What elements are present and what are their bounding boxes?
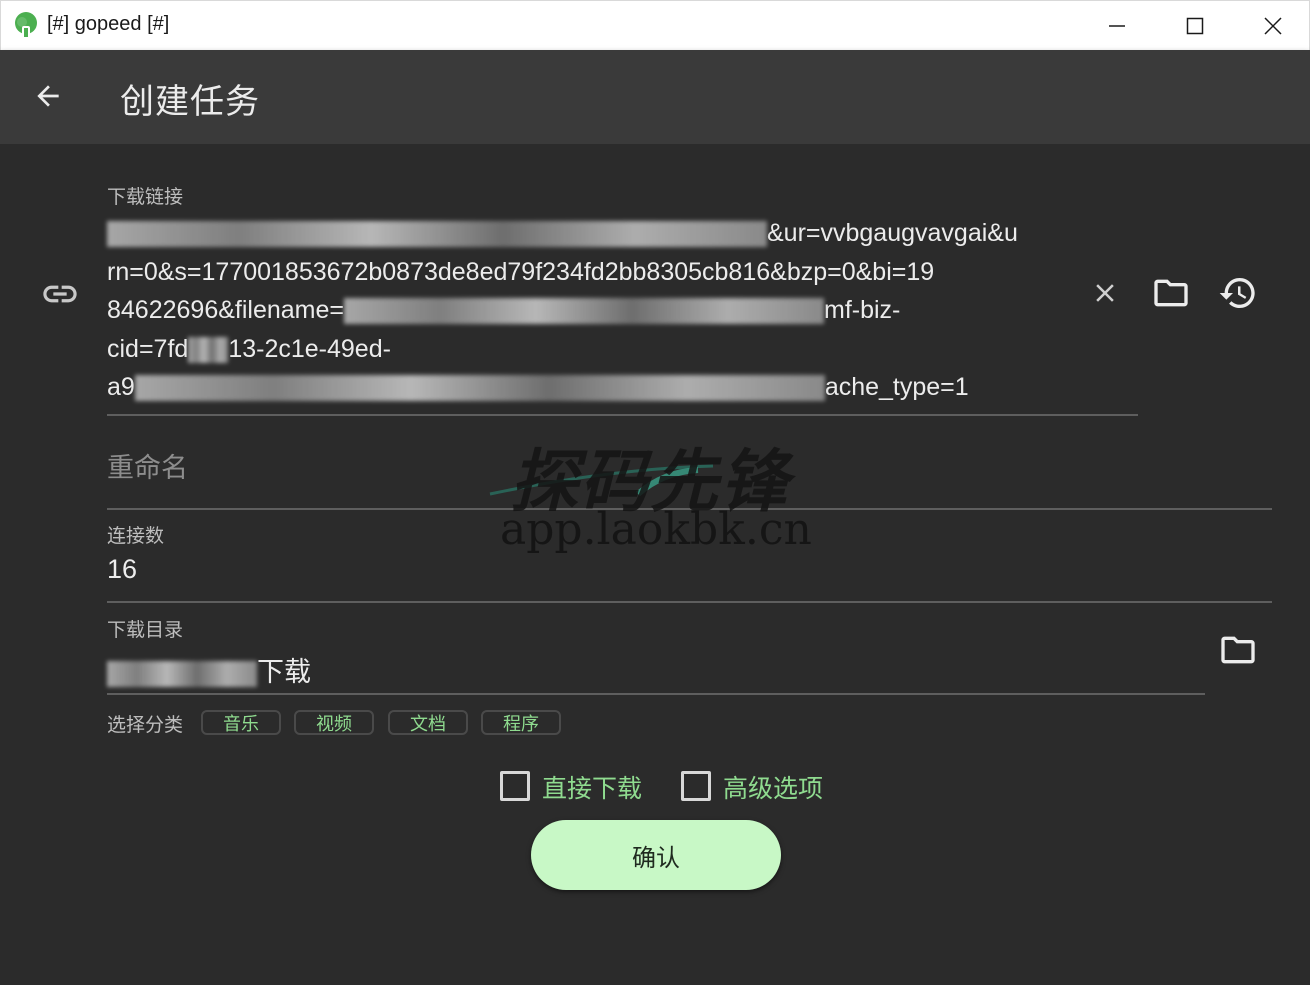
app-bar: 创建任务: [0, 50, 1310, 144]
direct-download-label[interactable]: 直接下载: [542, 769, 642, 805]
advanced-options-checkbox[interactable]: [681, 771, 711, 801]
minimize-button[interactable]: [1085, 1, 1149, 51]
open-file-button[interactable]: [1150, 272, 1192, 314]
redacted-text: [107, 660, 257, 687]
redacted-text: [344, 298, 824, 325]
link-icon: [43, 285, 77, 303]
confirm-button[interactable]: 确认: [531, 820, 781, 890]
directory-label: 下载目录: [107, 619, 184, 641]
create-task-form: 下载链接 &ur=vvbgaugvavgai&u rn=0&s=17700185…: [0, 144, 1310, 985]
category-chip-document[interactable]: 文档: [388, 710, 468, 735]
window-title: [#] gopeed [#]: [47, 13, 170, 35]
page-title: 创建任务: [120, 82, 260, 122]
direct-download-checkbox[interactable]: [500, 771, 530, 801]
category-chip-program[interactable]: 程序: [481, 710, 561, 735]
history-button[interactable]: [1217, 272, 1259, 314]
directory-input[interactable]: 下载: [107, 650, 311, 689]
url-input[interactable]: &ur=vvbgaugvavgai&u rn=0&s=177001853672b…: [107, 214, 1077, 407]
url-text-segment: cid=7fd: [107, 334, 189, 363]
directory-text: 下载: [257, 657, 311, 688]
history-icon: [1219, 278, 1255, 308]
redacted-text: [188, 336, 229, 363]
url-text-segment: ache_type=1: [824, 373, 969, 401]
connections-underline: [107, 601, 1272, 603]
back-button[interactable]: [28, 76, 68, 116]
category-chip-music[interactable]: 音乐: [201, 710, 281, 735]
url-label: 下载链接: [107, 186, 184, 208]
url-text-segment: &ur=vvbgaugvavgai&u: [767, 219, 1018, 247]
rename-input[interactable]: 重命名: [107, 446, 188, 485]
directory-underline: [107, 693, 1205, 695]
maximize-button[interactable]: [1163, 1, 1227, 51]
maximize-icon: [1186, 17, 1204, 35]
window-title-bar: [#] gopeed [#]: [0, 0, 1310, 50]
choose-directory-button[interactable]: [1217, 629, 1259, 671]
url-text-segment: 84622696&filename=: [107, 296, 344, 324]
category-chip-video[interactable]: 视频: [294, 710, 374, 735]
gopeed-logo-icon: [15, 12, 37, 37]
arrow-back-icon: [37, 85, 59, 107]
close-window-button[interactable]: [1241, 1, 1305, 51]
watermark-url: app.laokbk.cn: [500, 504, 812, 555]
url-text-segment: a9: [107, 373, 135, 401]
close-icon: [1264, 17, 1282, 35]
minimize-icon: [1109, 25, 1125, 27]
url-text-segment: mf-biz-: [824, 296, 901, 324]
redacted-text: [107, 221, 767, 248]
redacted-text: [134, 375, 825, 402]
url-text-segment: rn=0&s=177001853672b0873de8ed79f234fd2bb…: [107, 257, 935, 286]
category-label: 选择分类: [107, 714, 184, 736]
url-underline: [107, 414, 1138, 416]
advanced-options-label[interactable]: 高级选项: [723, 769, 823, 805]
folder-icon: [1221, 636, 1255, 664]
clear-url-button[interactable]: [1086, 274, 1124, 312]
close-icon: [1096, 284, 1114, 302]
url-text-segment: 13-2c1e-49ed-: [228, 334, 391, 363]
folder-icon: [1154, 279, 1188, 307]
connections-label: 连接数: [107, 525, 165, 547]
connections-input[interactable]: 16: [107, 554, 137, 585]
